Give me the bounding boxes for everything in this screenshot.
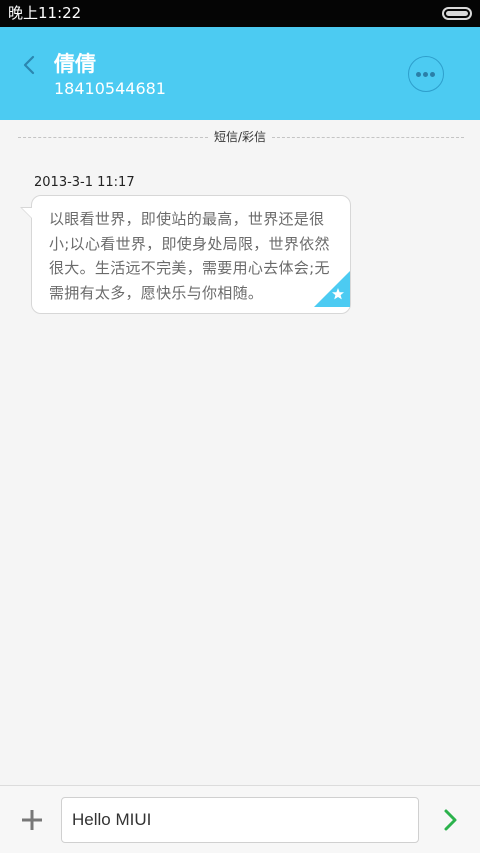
star-icon bbox=[314, 271, 350, 307]
divider-line bbox=[18, 137, 208, 138]
contact-name: 倩倩 bbox=[54, 52, 96, 76]
send-button[interactable] bbox=[436, 806, 464, 834]
more-dot bbox=[423, 72, 428, 77]
message-text: 以眼看世界，即使站的最高，世界还是很小;以心看世界，即使身处局限，世界依然很大。… bbox=[49, 210, 330, 302]
chevron-left-icon bbox=[23, 55, 35, 75]
composer-bar bbox=[0, 785, 480, 853]
chevron-right-icon bbox=[444, 809, 457, 831]
divider-line bbox=[272, 137, 464, 138]
conversation-area[interactable]: 短信/彩信 2013-3-1 11:17 以眼看世界，即使站的最高，世界还是很小… bbox=[0, 120, 480, 785]
plus-icon bbox=[22, 810, 42, 830]
starred-badge bbox=[314, 271, 350, 307]
message-bubble[interactable]: 以眼看世界，即使站的最高，世界还是很小;以心看世界，即使身处局限，世界依然很大。… bbox=[20, 195, 351, 314]
add-attachment-button[interactable] bbox=[18, 806, 46, 834]
contact-number: 18410544681 bbox=[54, 79, 166, 98]
more-options-button[interactable] bbox=[408, 56, 444, 92]
battery-level-fill bbox=[446, 11, 468, 16]
more-horizontal-icon bbox=[416, 72, 421, 77]
message-type-label: 短信/彩信 bbox=[213, 130, 267, 144]
conversation-header: 倩倩 18410544681 bbox=[0, 27, 480, 120]
message-input[interactable] bbox=[61, 797, 419, 843]
bubble-tail-inner bbox=[22, 208, 33, 219]
back-button[interactable] bbox=[14, 49, 46, 81]
battery-icon bbox=[442, 7, 472, 20]
status-time: 晚上11:22 bbox=[8, 4, 82, 22]
more-dot bbox=[430, 72, 435, 77]
status-bar: 晚上11:22 bbox=[0, 0, 480, 27]
message-timestamp: 2013-3-1 11:17 bbox=[34, 175, 135, 190]
